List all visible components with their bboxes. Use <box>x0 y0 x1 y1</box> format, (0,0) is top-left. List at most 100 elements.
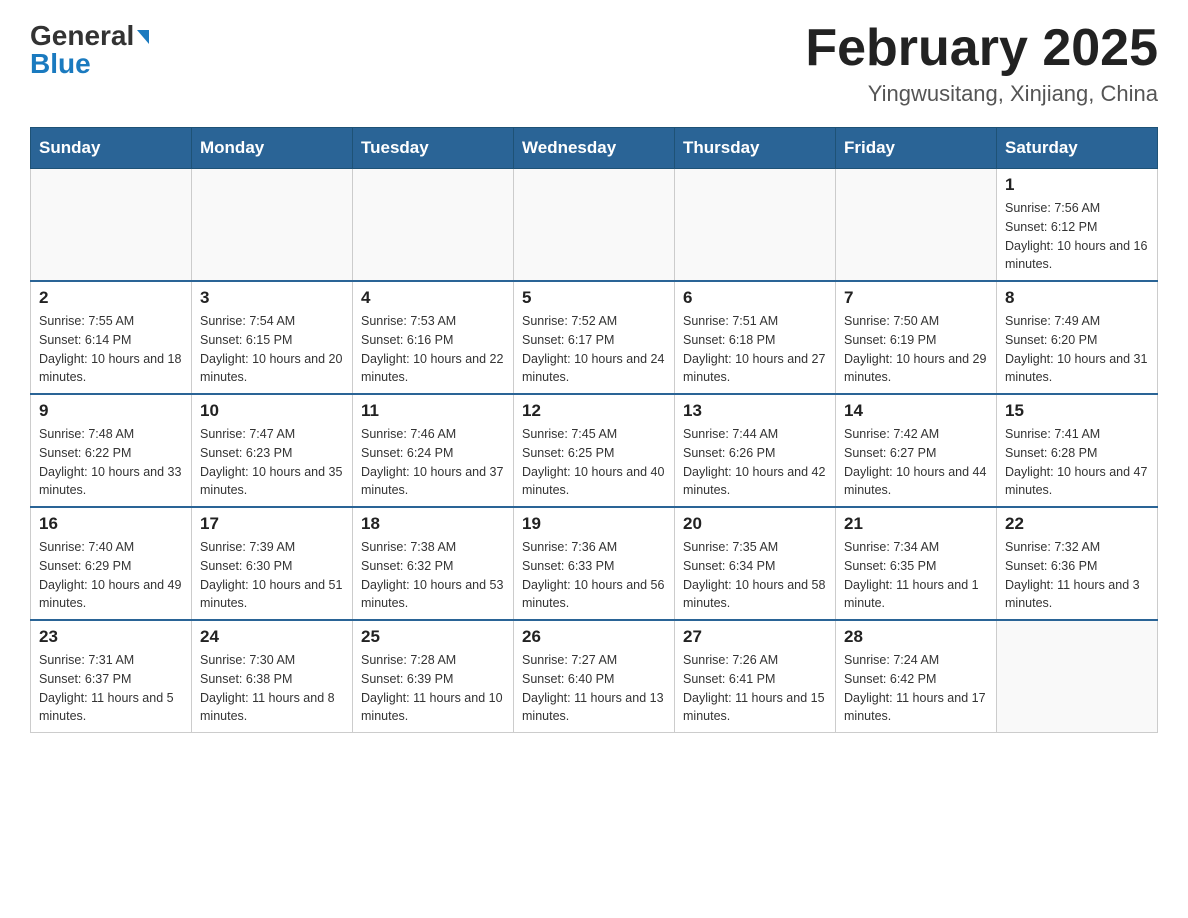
calendar-week-row: 16 Sunrise: 7:40 AMSunset: 6:29 PMDayligh… <box>31 507 1158 620</box>
table-row: 21 Sunrise: 7:34 AMSunset: 6:35 PMDayligh… <box>836 507 997 620</box>
day-info: Sunrise: 7:56 AMSunset: 6:12 PMDaylight:… <box>1005 199 1149 274</box>
day-number: 27 <box>683 627 827 647</box>
day-number: 12 <box>522 401 666 421</box>
day-number: 8 <box>1005 288 1149 308</box>
day-number: 9 <box>39 401 183 421</box>
day-number: 18 <box>361 514 505 534</box>
day-number: 7 <box>844 288 988 308</box>
day-info: Sunrise: 7:44 AMSunset: 6:26 PMDaylight:… <box>683 425 827 500</box>
col-thursday: Thursday <box>675 128 836 169</box>
table-row: 4 Sunrise: 7:53 AMSunset: 6:16 PMDaylight… <box>353 281 514 394</box>
table-row: 24 Sunrise: 7:30 AMSunset: 6:38 PMDayligh… <box>192 620 353 733</box>
day-number: 6 <box>683 288 827 308</box>
day-number: 21 <box>844 514 988 534</box>
day-info: Sunrise: 7:35 AMSunset: 6:34 PMDaylight:… <box>683 538 827 613</box>
table-row: 17Sunrise: 7:39 AMSunset: 6:30 PMDayligh… <box>192 507 353 620</box>
day-info: Sunrise: 7:54 AMSunset: 6:15 PMDaylight:… <box>200 312 344 387</box>
day-info: Sunrise: 7:39 AMSunset: 6:30 PMDaylight:… <box>200 538 344 613</box>
col-friday: Friday <box>836 128 997 169</box>
day-number: 13 <box>683 401 827 421</box>
day-number: 5 <box>522 288 666 308</box>
table-row: 20 Sunrise: 7:35 AMSunset: 6:34 PMDayligh… <box>675 507 836 620</box>
day-number: 3 <box>200 288 344 308</box>
day-number: 23 <box>39 627 183 647</box>
table-row: 25 Sunrise: 7:28 AMSunset: 6:39 PMDayligh… <box>353 620 514 733</box>
col-monday: Monday <box>192 128 353 169</box>
table-row <box>514 169 675 282</box>
table-row: 15 Sunrise: 7:41 AMSunset: 6:28 PMDayligh… <box>997 394 1158 507</box>
day-number: 25 <box>361 627 505 647</box>
month-title: February 2025 <box>805 20 1158 77</box>
table-row: 12 Sunrise: 7:45 AMSunset: 6:25 PMDayligh… <box>514 394 675 507</box>
day-number: 15 <box>1005 401 1149 421</box>
table-row: 22 Sunrise: 7:32 AMSunset: 6:36 PMDayligh… <box>997 507 1158 620</box>
day-info: Sunrise: 7:26 AMSunset: 6:41 PMDaylight:… <box>683 651 827 726</box>
table-row: 14 Sunrise: 7:42 AMSunset: 6:27 PMDayligh… <box>836 394 997 507</box>
day-info: Sunrise: 7:38 AMSunset: 6:32 PMDaylight:… <box>361 538 505 613</box>
day-info: Sunrise: 7:24 AMSunset: 6:42 PMDaylight:… <box>844 651 988 726</box>
table-row: 10 Sunrise: 7:47 AMSunset: 6:23 PMDayligh… <box>192 394 353 507</box>
day-number: 10 <box>200 401 344 421</box>
day-info: Sunrise: 7:34 AMSunset: 6:35 PMDaylight:… <box>844 538 988 613</box>
table-row: 26Sunrise: 7:27 AMSunset: 6:40 PMDayligh… <box>514 620 675 733</box>
col-tuesday: Tuesday <box>353 128 514 169</box>
table-row: 16 Sunrise: 7:40 AMSunset: 6:29 PMDayligh… <box>31 507 192 620</box>
day-info: Sunrise: 7:30 AMSunset: 6:38 PMDaylight:… <box>200 651 344 726</box>
calendar-week-row: 2 Sunrise: 7:55 AMSunset: 6:14 PMDaylight… <box>31 281 1158 394</box>
table-row: 8 Sunrise: 7:49 AMSunset: 6:20 PMDaylight… <box>997 281 1158 394</box>
table-row: 28Sunrise: 7:24 AMSunset: 6:42 PMDayligh… <box>836 620 997 733</box>
day-info: Sunrise: 7:47 AMSunset: 6:23 PMDaylight:… <box>200 425 344 500</box>
day-number: 2 <box>39 288 183 308</box>
day-info: Sunrise: 7:32 AMSunset: 6:36 PMDaylight:… <box>1005 538 1149 613</box>
logo: General Blue <box>30 20 149 80</box>
calendar-header-row: Sunday Monday Tuesday Wednesday Thursday… <box>31 128 1158 169</box>
table-row: 7 Sunrise: 7:50 AMSunset: 6:19 PMDaylight… <box>836 281 997 394</box>
calendar-week-row: 23Sunrise: 7:31 AMSunset: 6:37 PMDayligh… <box>31 620 1158 733</box>
day-info: Sunrise: 7:42 AMSunset: 6:27 PMDaylight:… <box>844 425 988 500</box>
table-row: 6 Sunrise: 7:51 AMSunset: 6:18 PMDaylight… <box>675 281 836 394</box>
table-row <box>675 169 836 282</box>
day-info: Sunrise: 7:51 AMSunset: 6:18 PMDaylight:… <box>683 312 827 387</box>
location-title: Yingwusitang, Xinjiang, China <box>805 81 1158 107</box>
day-info: Sunrise: 7:28 AMSunset: 6:39 PMDaylight:… <box>361 651 505 726</box>
table-row: 18 Sunrise: 7:38 AMSunset: 6:32 PMDayligh… <box>353 507 514 620</box>
table-row <box>836 169 997 282</box>
day-info: Sunrise: 7:40 AMSunset: 6:29 PMDaylight:… <box>39 538 183 613</box>
table-row: 27 Sunrise: 7:26 AMSunset: 6:41 PMDayligh… <box>675 620 836 733</box>
table-row: 5 Sunrise: 7:52 AMSunset: 6:17 PMDaylight… <box>514 281 675 394</box>
col-saturday: Saturday <box>997 128 1158 169</box>
calendar-week-row: 9 Sunrise: 7:48 AMSunset: 6:22 PMDaylight… <box>31 394 1158 507</box>
day-number: 19 <box>522 514 666 534</box>
table-row: 19 Sunrise: 7:36 AMSunset: 6:33 PMDayligh… <box>514 507 675 620</box>
day-number: 20 <box>683 514 827 534</box>
table-row: 23Sunrise: 7:31 AMSunset: 6:37 PMDayligh… <box>31 620 192 733</box>
day-info: Sunrise: 7:48 AMSunset: 6:22 PMDaylight:… <box>39 425 183 500</box>
calendar-table: Sunday Monday Tuesday Wednesday Thursday… <box>30 127 1158 733</box>
day-number: 14 <box>844 401 988 421</box>
day-info: Sunrise: 7:45 AMSunset: 6:25 PMDaylight:… <box>522 425 666 500</box>
page-header: General Blue February 2025 Yingwusitang,… <box>30 20 1158 107</box>
table-row <box>192 169 353 282</box>
day-info: Sunrise: 7:41 AMSunset: 6:28 PMDaylight:… <box>1005 425 1149 500</box>
day-info: Sunrise: 7:36 AMSunset: 6:33 PMDaylight:… <box>522 538 666 613</box>
day-number: 11 <box>361 401 505 421</box>
col-sunday: Sunday <box>31 128 192 169</box>
day-number: 22 <box>1005 514 1149 534</box>
calendar-week-row: 1 Sunrise: 7:56 AMSunset: 6:12 PMDaylight… <box>31 169 1158 282</box>
day-info: Sunrise: 7:46 AMSunset: 6:24 PMDaylight:… <box>361 425 505 500</box>
day-number: 16 <box>39 514 183 534</box>
day-info: Sunrise: 7:52 AMSunset: 6:17 PMDaylight:… <box>522 312 666 387</box>
day-info: Sunrise: 7:49 AMSunset: 6:20 PMDaylight:… <box>1005 312 1149 387</box>
day-number: 4 <box>361 288 505 308</box>
logo-blue-text: Blue <box>30 48 149 80</box>
day-number: 1 <box>1005 175 1149 195</box>
table-row <box>353 169 514 282</box>
table-row: 2 Sunrise: 7:55 AMSunset: 6:14 PMDaylight… <box>31 281 192 394</box>
day-number: 24 <box>200 627 344 647</box>
day-info: Sunrise: 7:55 AMSunset: 6:14 PMDaylight:… <box>39 312 183 387</box>
col-wednesday: Wednesday <box>514 128 675 169</box>
day-info: Sunrise: 7:53 AMSunset: 6:16 PMDaylight:… <box>361 312 505 387</box>
table-row <box>31 169 192 282</box>
day-info: Sunrise: 7:50 AMSunset: 6:19 PMDaylight:… <box>844 312 988 387</box>
title-section: February 2025 Yingwusitang, Xinjiang, Ch… <box>805 20 1158 107</box>
